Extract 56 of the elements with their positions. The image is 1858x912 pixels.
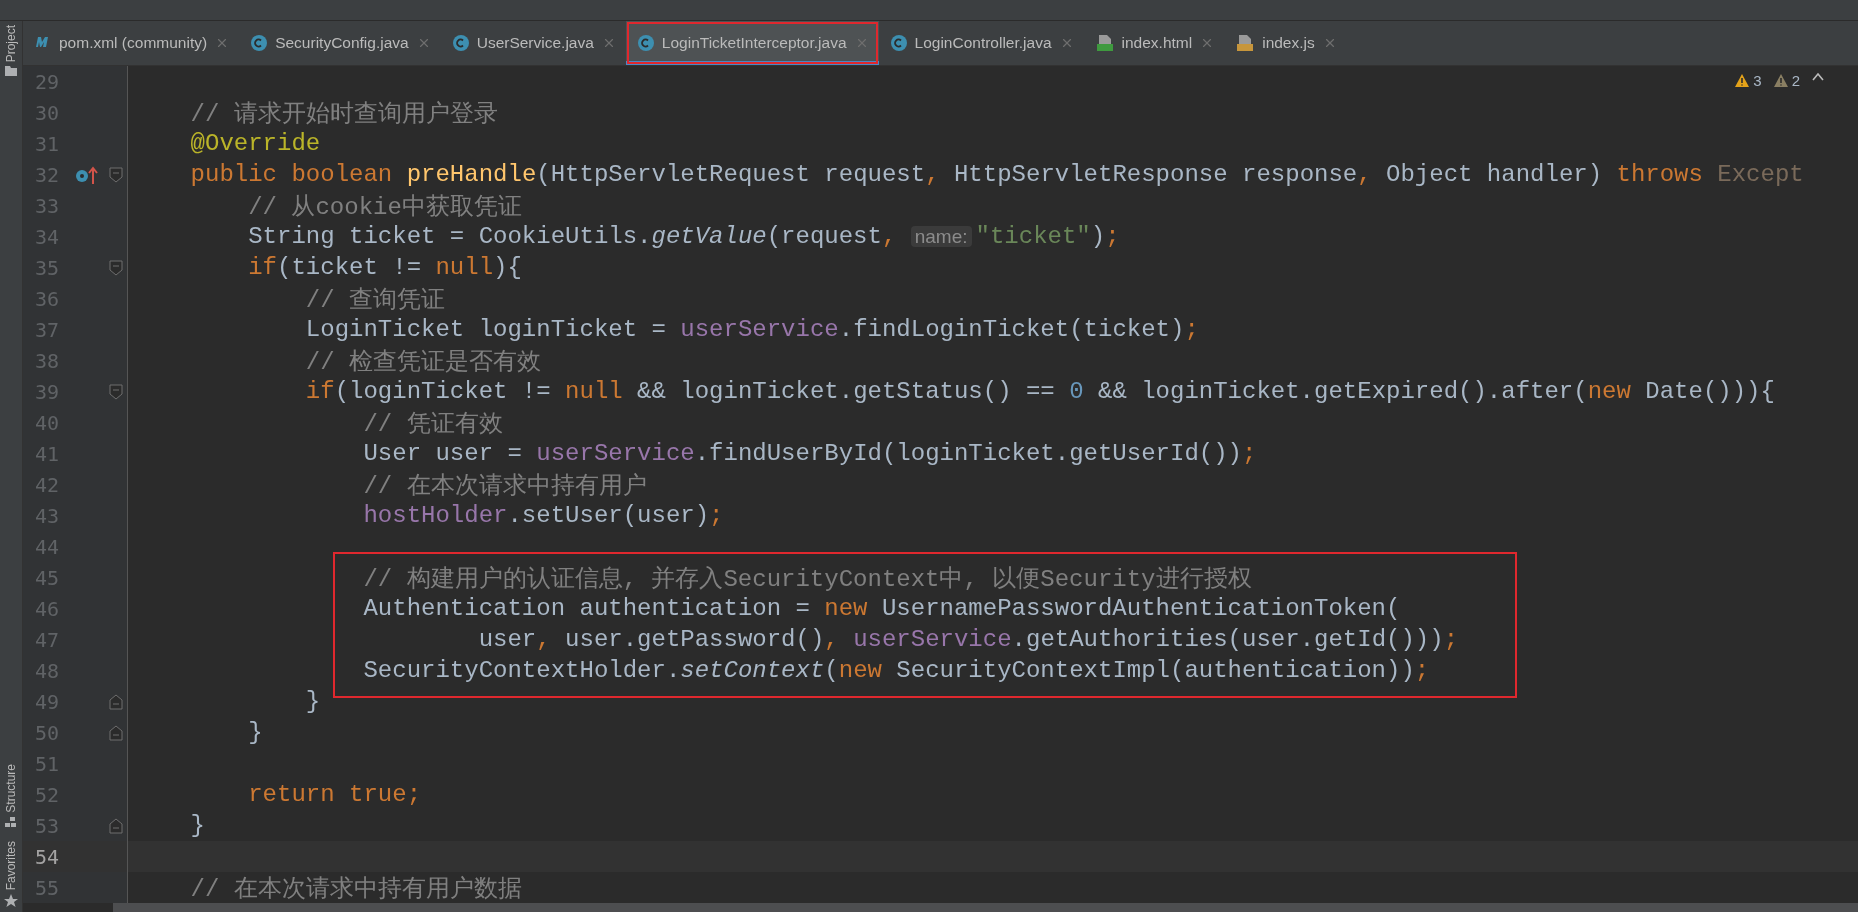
code-line: // 凭证有效 <box>362 409 503 439</box>
code-line: LoginTicket loginTicket = userService.findLoginTicket(ticket); <box>304 316 1199 343</box>
code-line: // 从cookie中获取凭证 <box>247 192 522 222</box>
code-line: if(loginTicket != null && loginTicket.getStatus() == 0 && loginTicket.getExpired().after(new Date())){ <box>304 378 1775 405</box>
code-line: public boolean preHandle(HttpServletRequest request, HttpServletResponse response, Object handler) throws Except <box>189 161 1804 188</box>
code-line: // 检查凭证是否有效 <box>304 347 542 377</box>
fold-icon[interactable] <box>109 724 123 741</box>
editor-tab[interactable]: LoginTicketInterceptor.java <box>625 21 879 65</box>
code-line: user, user.getPassword(), userService.getAuthorities(user.getId())); <box>477 626 1459 653</box>
tool-window-tab[interactable]: Structure <box>4 763 18 813</box>
code-line: // 构建用户的认证信息, 并存入SecurityContext中, 以便Security进行授权 <box>362 564 1252 594</box>
code-line: @Override <box>189 130 321 157</box>
editor-tab[interactable]: index.js <box>1224 21 1347 65</box>
scrollbar[interactable] <box>113 903 1858 912</box>
code-line: hostHolder.setUser(user); <box>362 502 724 529</box>
editor-tab[interactable]: LoginController.java <box>878 21 1084 65</box>
code-line: } <box>189 812 205 839</box>
editor-tab[interactable]: SecurityConfig.java <box>239 21 441 65</box>
caret-up-icon[interactable] <box>1812 72 1824 82</box>
star-icon <box>4 894 18 908</box>
warning-icon <box>1735 74 1750 87</box>
editor-tab[interactable]: pom.xml (community) <box>23 21 240 65</box>
fold-icon[interactable] <box>109 817 123 834</box>
warning-icon <box>1773 74 1788 87</box>
code-line: return true; <box>247 781 422 808</box>
code-line: // 请求开始时查询用户登录 <box>189 99 498 129</box>
js-file-icon <box>1236 34 1255 52</box>
html-file-icon <box>1095 34 1114 52</box>
class-icon <box>637 35 654 51</box>
editor-tab[interactable]: UserService.java <box>440 21 626 65</box>
code-line: String ticket = CookieUtils.getValue(request, name: "ticket"); <box>247 223 1120 250</box>
code-line: Authentication authentication = new UsernamePasswordAuthenticationToken( <box>362 595 1401 622</box>
warning-count[interactable]: 3 <box>1735 72 1762 89</box>
fold-icon[interactable] <box>109 693 123 710</box>
editor-tab[interactable]: index.html <box>1083 21 1225 65</box>
code-line: } <box>247 719 263 746</box>
tool-window-tab[interactable]: Favorites <box>4 840 18 890</box>
class-icon <box>452 35 469 51</box>
structure-icon <box>5 816 17 827</box>
fold-icon[interactable] <box>109 259 123 276</box>
code-line: SecurityContextHolder.setContext(new SecurityContextImpl(authentication)); <box>362 657 1430 684</box>
code-line: // 查询凭证 <box>304 285 446 315</box>
code-line: } <box>304 688 321 715</box>
code-line: if(ticket != null){ <box>247 254 522 281</box>
tool-window-tab[interactable]: Project <box>4 25 18 63</box>
folder-icon <box>5 66 17 77</box>
code-line: // 在本次请求中持有用户数据 <box>189 874 522 904</box>
line-number: 54 <box>35 844 61 869</box>
fold-icon[interactable] <box>109 383 123 400</box>
fold-icon[interactable] <box>109 166 123 183</box>
code-line: User user = userService.findUserById(loginTicket.getUserId()); <box>362 440 1257 467</box>
class-icon <box>890 35 907 51</box>
code-line: // 在本次请求中持有用户 <box>362 471 647 501</box>
weak-warning-count[interactable]: 2 <box>1773 72 1800 89</box>
override-marker-icon[interactable] <box>75 164 99 185</box>
class-icon <box>251 35 268 51</box>
